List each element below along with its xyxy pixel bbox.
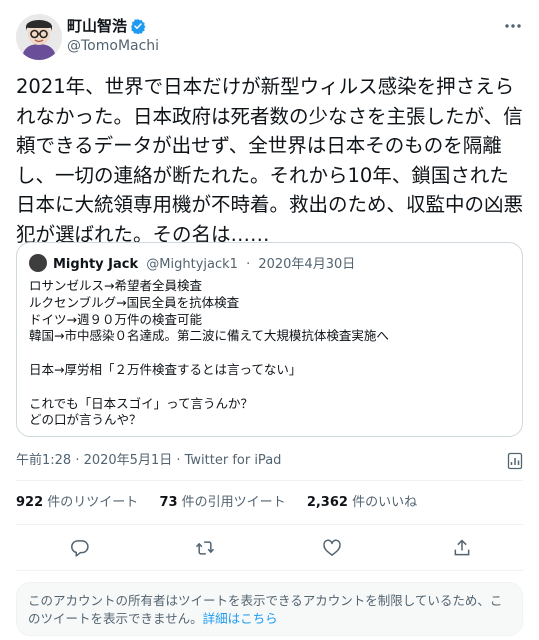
restricted-notice-text: このアカウントの所有者はツイートを表示できるアカウントを制限しているため、このツ… bbox=[28, 592, 514, 628]
analytics-icon[interactable] bbox=[507, 452, 523, 470]
retweet-count-label: 件のリツイート bbox=[47, 495, 139, 510]
author-name-text: 町山智浩 bbox=[67, 17, 128, 35]
like-count[interactable]: 2,362 件のいいね bbox=[307, 493, 417, 513]
share-icon[interactable] bbox=[452, 538, 472, 558]
avatar-illustration bbox=[16, 14, 62, 60]
author-handle[interactable]: @TomoMachi bbox=[67, 37, 159, 55]
retweet-count[interactable]: 922 件のリツイート bbox=[16, 493, 138, 513]
tweet-timestamp[interactable]: 午前1:28 · 2020年5月1日 · Twitter for iPad bbox=[16, 452, 281, 470]
quote-tweet-count[interactable]: 73 件の引用ツイート bbox=[159, 493, 285, 513]
quoted-tweet[interactable]: Mighty Jack @Mightyjack1 · 2020年4月30日 ロサ… bbox=[16, 242, 523, 437]
restricted-notice: このアカウントの所有者はツイートを表示できるアカウントを制限しているため、このツ… bbox=[16, 582, 523, 636]
learn-more-link[interactable]: 詳細はこちら bbox=[203, 611, 278, 626]
reply-icon[interactable] bbox=[70, 538, 90, 558]
quote-count-label: 件の引用ツイート bbox=[181, 495, 286, 510]
quoted-separator: · bbox=[246, 257, 251, 272]
like-count-number: 2,362 bbox=[306, 495, 348, 510]
like-count-label: 件のいいね bbox=[352, 495, 418, 510]
quoted-display-name: Mighty Jack bbox=[53, 257, 139, 272]
quoted-handle: @Mightyjack1 bbox=[146, 257, 238, 272]
quoted-date: 2020年4月30日 bbox=[258, 257, 356, 272]
quoted-avatar bbox=[29, 254, 47, 272]
divider bbox=[16, 570, 523, 571]
more-options-icon[interactable] bbox=[503, 18, 523, 34]
quoted-tweet-text: ロサンゼルス→希望者全員検査 ルクセンブルグ→国民全員を抗体検査 ドイツ→週９０… bbox=[29, 278, 389, 428]
retweet-count-number: 922 bbox=[16, 495, 44, 510]
divider bbox=[16, 480, 523, 481]
divider bbox=[16, 524, 523, 525]
retweet-icon[interactable] bbox=[195, 538, 215, 558]
verified-badge-icon bbox=[131, 19, 146, 34]
tweet-header: 町山智浩 @TomoMachi bbox=[16, 12, 523, 62]
like-icon[interactable] bbox=[322, 538, 342, 558]
quoted-tweet-header: Mighty Jack @Mightyjack1 · 2020年4月30日 bbox=[29, 254, 355, 272]
tweet-text: 2021年、世界で日本だけが新型ウィルス感染を押さえられなかった。日本政府は死者… bbox=[16, 75, 524, 246]
author-display-name[interactable]: 町山智浩 bbox=[67, 17, 146, 35]
engagement-stats: 922 件のリツイート 73 件の引用ツイート 2,362 件のいいね bbox=[16, 493, 434, 513]
tweet-actions bbox=[16, 536, 523, 560]
quote-count-number: 73 bbox=[159, 495, 178, 510]
avatar[interactable] bbox=[16, 14, 62, 60]
